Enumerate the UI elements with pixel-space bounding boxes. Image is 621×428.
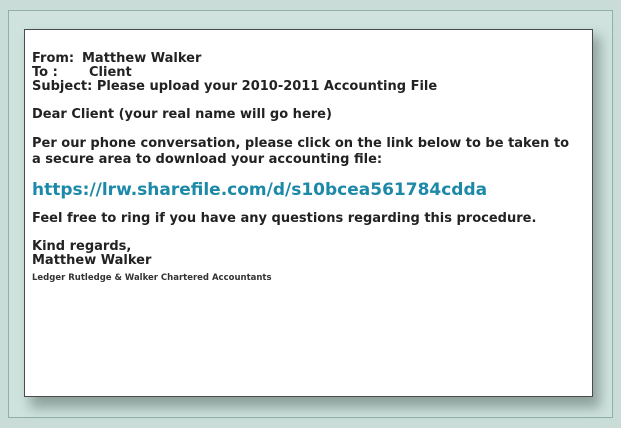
sharefile-link[interactable]: https://lrw.sharefile.com/d/s10bcea56178…: [32, 180, 592, 200]
from-label: From:: [32, 51, 75, 66]
to-value: Client: [89, 65, 132, 80]
email-card: From: Matthew Walker To : Client Subject: …: [24, 29, 593, 397]
closing: Kind regards,: [32, 239, 132, 254]
body-outro: Feel free to ring if you have any questi…: [32, 211, 537, 226]
signature-name: Matthew Walker: [32, 253, 152, 268]
signature-company: Ledger Rutledge & Walker Chartered Accou…: [32, 273, 272, 283]
to-label: To :: [32, 65, 58, 80]
greeting: Dear Client (your real name will go here…: [32, 107, 332, 122]
subject-line: Subject: Please upload your 2010-2011 Ac…: [32, 79, 438, 94]
from-value: Matthew Walker: [82, 51, 202, 66]
to-line: To : Client: [32, 66, 592, 80]
body-intro: Per our phone conversation, please click…: [32, 136, 570, 167]
from-line: From: Matthew Walker: [32, 52, 592, 66]
